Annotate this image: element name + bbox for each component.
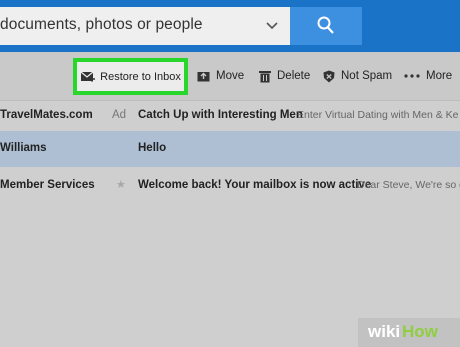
- message-row[interactable]: TravelMates.com Ad Catch Up with Interes…: [0, 98, 460, 134]
- ad-tag: Ad: [112, 109, 127, 121]
- message-subject: Catch Up with Interesting Men: [138, 109, 303, 121]
- message-subject: Welcome back! Your mailbox is now active: [138, 179, 372, 191]
- message-row-selected[interactable]: Williams Hello: [0, 131, 460, 167]
- move-label: Move: [216, 70, 245, 82]
- message-sender: Member Services: [0, 179, 95, 191]
- restore-to-inbox-button[interactable]: Restore to Inbox: [77, 62, 184, 91]
- move-button[interactable]: Move: [197, 52, 244, 100]
- search-input[interactable]: documents, photos or people: [0, 7, 290, 45]
- move-folder-icon: [197, 72, 210, 82]
- message-sender: TravelMates.com: [0, 109, 93, 121]
- more-label: More: [426, 70, 453, 82]
- message-subject: Hello: [138, 142, 167, 154]
- search-icon: [317, 16, 334, 34]
- more-button[interactable]: More: [404, 52, 452, 100]
- restore-label: Restore to Inbox: [100, 70, 181, 83]
- wikihow-watermark: wiki How: [358, 318, 460, 347]
- delete-button[interactable]: Delete: [259, 52, 310, 100]
- message-sender: Williams: [0, 142, 47, 154]
- trash-icon: [259, 70, 271, 82]
- not-spam-label: Not Spam: [341, 70, 393, 82]
- top-header: documents, photos or people: [0, 0, 460, 52]
- watermark-wiki: wiki: [368, 322, 401, 341]
- search-button[interactable]: [290, 7, 362, 45]
- message-preview: Dear Steve, We're so gl: [357, 179, 460, 191]
- shield-icon: [323, 70, 335, 82]
- restore-highlight: Restore to Inbox: [73, 58, 188, 95]
- restore-mail-icon: [80, 71, 96, 82]
- search-input-text: documents, photos or people: [0, 16, 203, 33]
- chevron-down-icon[interactable]: [266, 21, 278, 31]
- delete-label: Delete: [277, 70, 311, 82]
- more-dots-icon: [404, 74, 420, 78]
- star-icon[interactable]: ★: [116, 178, 126, 191]
- message-row[interactable]: Member Services ★ Welcome back! Your mai…: [0, 168, 460, 204]
- watermark-how: How: [402, 322, 438, 341]
- message-preview: Enter Virtual Dating with Men & Ke: [297, 109, 459, 121]
- not-spam-button[interactable]: Not Spam: [323, 52, 392, 100]
